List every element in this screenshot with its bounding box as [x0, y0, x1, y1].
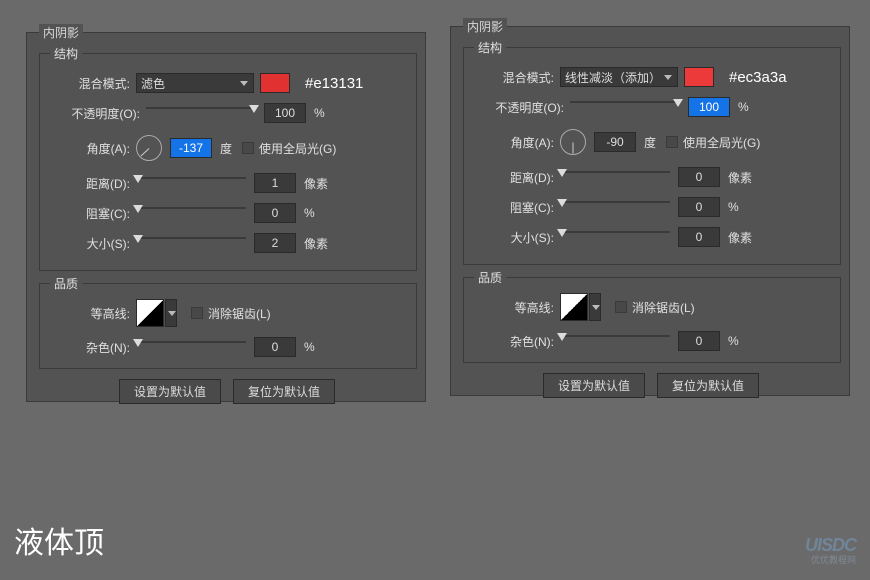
- size-unit: 像素: [304, 235, 328, 252]
- global-light-label: 使用全局光(G): [683, 134, 760, 151]
- choke-slider[interactable]: [560, 197, 670, 217]
- opacity-label: 不透明度(O):: [40, 105, 140, 122]
- noise-label: 杂色(N):: [50, 339, 130, 356]
- make-default-button[interactable]: 设置为默认值: [543, 373, 645, 398]
- slider-thumb-icon[interactable]: [133, 235, 143, 243]
- choke-field[interactable]: 0: [254, 203, 296, 223]
- inner-shadow-panel-right: 内阴影 结构 混合模式: 线性减淡（添加） #ec3a3a 不透明度(O): 1…: [450, 26, 850, 396]
- choke-label: 阻塞(C):: [50, 205, 130, 222]
- antialias-label: 消除锯齿(L): [632, 299, 695, 316]
- opacity-label: 不透明度(O):: [464, 99, 564, 116]
- distance-unit: 像素: [728, 169, 752, 186]
- distance-unit: 像素: [304, 175, 328, 192]
- antialias-checkbox[interactable]: [615, 301, 627, 313]
- noise-field[interactable]: 0: [678, 331, 720, 351]
- distance-field[interactable]: 1: [254, 173, 296, 193]
- noise-label: 杂色(N):: [474, 333, 554, 350]
- size-label: 大小(S):: [474, 229, 554, 246]
- size-unit: 像素: [728, 229, 752, 246]
- slider-thumb-icon[interactable]: [673, 99, 683, 107]
- noise-slider[interactable]: [136, 337, 246, 357]
- blend-mode-label: 混合模式:: [50, 75, 130, 92]
- angle-dial[interactable]: [560, 129, 586, 155]
- choke-unit: %: [304, 206, 315, 220]
- make-default-button[interactable]: 设置为默认值: [119, 379, 221, 404]
- blend-mode-select[interactable]: 线性减淡（添加）: [560, 67, 678, 87]
- opacity-slider[interactable]: [146, 103, 256, 123]
- global-light-checkbox[interactable]: [242, 142, 254, 154]
- slider-thumb-icon[interactable]: [133, 205, 143, 213]
- reset-default-button[interactable]: 复位为默认值: [657, 373, 759, 398]
- global-light-label: 使用全局光(G): [259, 140, 336, 157]
- slider-thumb-icon[interactable]: [133, 339, 143, 347]
- contour-picker[interactable]: [136, 299, 164, 327]
- angle-field[interactable]: -137: [170, 138, 212, 158]
- distance-field[interactable]: 0: [678, 167, 720, 187]
- contour-picker[interactable]: [560, 293, 588, 321]
- blend-mode-select[interactable]: 滤色: [136, 73, 254, 93]
- inner-shadow-panel-left: 内阴影 结构 混合模式: 滤色 #e13131 不透明度(O): 100 % 角…: [26, 32, 426, 402]
- antialias-label: 消除锯齿(L): [208, 305, 271, 322]
- choke-unit: %: [728, 200, 739, 214]
- opacity-field[interactable]: 100: [688, 97, 730, 117]
- opacity-unit: %: [738, 100, 749, 114]
- opacity-unit: %: [314, 106, 325, 120]
- size-field[interactable]: 0: [678, 227, 720, 247]
- reset-default-button[interactable]: 复位为默认值: [233, 379, 335, 404]
- choke-slider[interactable]: [136, 203, 246, 223]
- global-light-checkbox[interactable]: [666, 136, 678, 148]
- slider-thumb-icon[interactable]: [557, 169, 567, 177]
- contour-dropdown[interactable]: [589, 293, 601, 321]
- slider-thumb-icon[interactable]: [557, 333, 567, 341]
- choke-field[interactable]: 0: [678, 197, 720, 217]
- color-swatch[interactable]: [684, 67, 714, 87]
- structure-title: 结构: [474, 39, 506, 56]
- slider-thumb-icon[interactable]: [133, 175, 143, 183]
- distance-label: 距离(D):: [474, 169, 554, 186]
- structure-title: 结构: [50, 45, 82, 62]
- noise-unit: %: [728, 334, 739, 348]
- noise-field[interactable]: 0: [254, 337, 296, 357]
- distance-slider[interactable]: [136, 173, 246, 193]
- color-swatch[interactable]: [260, 73, 290, 93]
- opacity-slider[interactable]: [570, 97, 680, 117]
- blend-mode-label: 混合模式:: [474, 69, 554, 86]
- hex-label: #e13131: [305, 75, 363, 92]
- contour-label: 等高线:: [50, 305, 130, 322]
- page-title: 液体顶: [14, 518, 104, 562]
- choke-label: 阻塞(C):: [474, 199, 554, 216]
- quality-title: 品质: [474, 269, 506, 286]
- slider-thumb-icon[interactable]: [557, 199, 567, 207]
- angle-dial[interactable]: [136, 135, 162, 161]
- structure-group: 结构 混合模式: 滤色 #e13131 不透明度(O): 100 % 角度(A)…: [39, 53, 417, 271]
- contour-dropdown[interactable]: [165, 299, 177, 327]
- angle-label: 角度(A):: [50, 140, 130, 157]
- distance-slider[interactable]: [560, 167, 670, 187]
- size-field[interactable]: 2: [254, 233, 296, 253]
- angle-label: 角度(A):: [474, 134, 554, 151]
- angle-unit: 度: [220, 140, 232, 157]
- noise-unit: %: [304, 340, 315, 354]
- contour-label: 等高线:: [474, 299, 554, 316]
- quality-group: 品质 等高线: 消除锯齿(L) 杂色(N): 0 %: [39, 283, 417, 369]
- size-label: 大小(S):: [50, 235, 130, 252]
- size-slider[interactable]: [560, 227, 670, 247]
- noise-slider[interactable]: [560, 331, 670, 351]
- slider-thumb-icon[interactable]: [557, 229, 567, 237]
- angle-field[interactable]: -90: [594, 132, 636, 152]
- watermark-caption: 优优教程网: [811, 553, 856, 566]
- hex-label: #ec3a3a: [729, 69, 787, 86]
- distance-label: 距离(D):: [50, 175, 130, 192]
- panel-title: 内阴影: [463, 18, 507, 35]
- size-slider[interactable]: [136, 233, 246, 253]
- slider-thumb-icon[interactable]: [249, 105, 259, 113]
- opacity-field[interactable]: 100: [264, 103, 306, 123]
- panel-title: 内阴影: [39, 24, 83, 41]
- structure-group: 结构 混合模式: 线性减淡（添加） #ec3a3a 不透明度(O): 100 %…: [463, 47, 841, 265]
- quality-title: 品质: [50, 275, 82, 292]
- angle-unit: 度: [644, 134, 656, 151]
- quality-group: 品质 等高线: 消除锯齿(L) 杂色(N): 0 %: [463, 277, 841, 363]
- antialias-checkbox[interactable]: [191, 307, 203, 319]
